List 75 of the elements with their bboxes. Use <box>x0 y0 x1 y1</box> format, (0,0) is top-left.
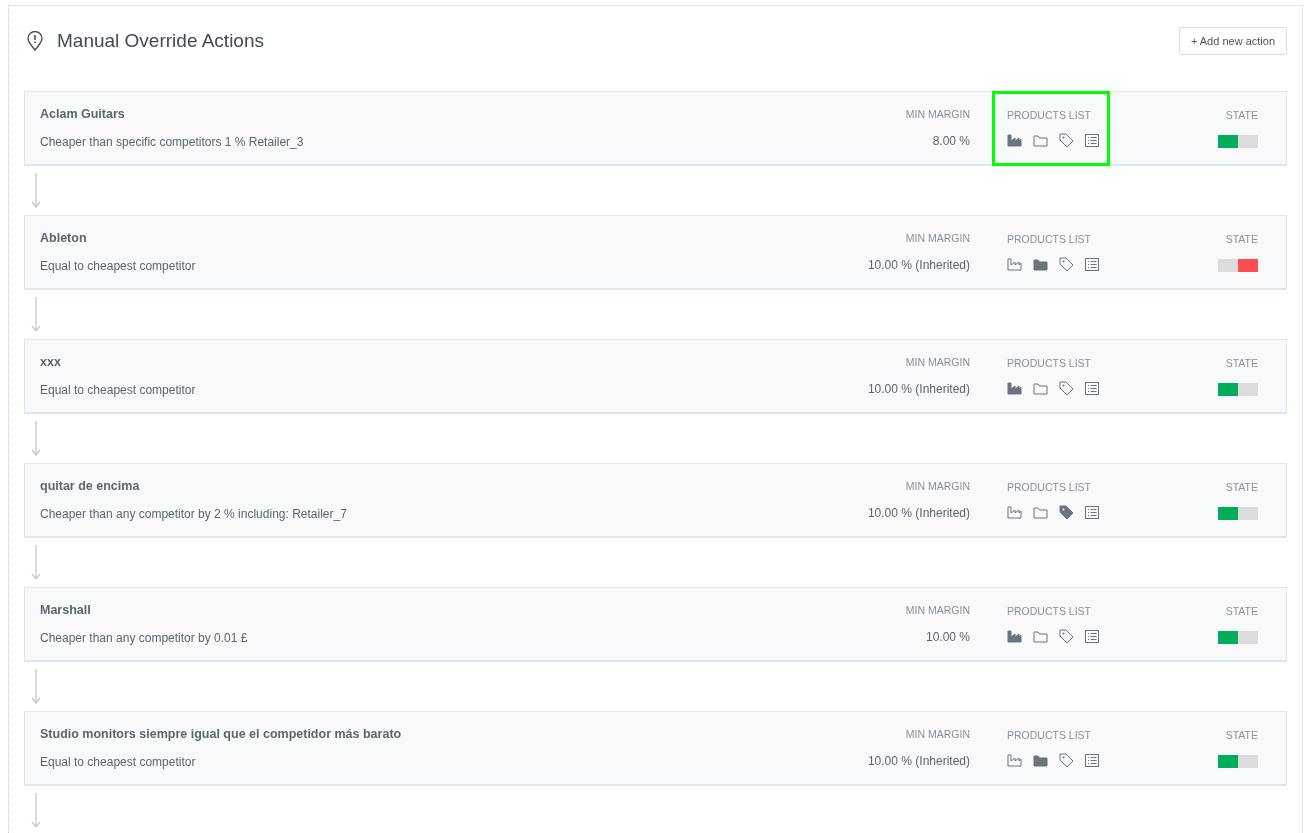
state-toggle[interactable] <box>1218 630 1258 644</box>
column-label: PRODUCTS LIST <box>1007 109 1092 121</box>
tag-icon[interactable] <box>1059 133 1074 148</box>
action-rule: Cheaper than any competitor by 2 % including: Retailer_7 <box>40 507 348 521</box>
down-arrow-icon <box>31 792 41 829</box>
tag-icon[interactable] <box>1059 505 1074 520</box>
tag-icon[interactable] <box>1059 753 1074 768</box>
action-name: Studio monitors siempre igual que el competidor más barato <box>40 727 403 741</box>
down-arrow-icon <box>31 296 41 333</box>
min-margin-value: 10.00 % <box>925 630 970 644</box>
column-label: MIN MARGIN <box>905 232 970 244</box>
action-name: Aclam Guitars <box>40 107 126 121</box>
state-toggle[interactable] <box>1218 754 1258 768</box>
column-label: MIN MARGIN <box>905 356 970 368</box>
factory-icon[interactable] <box>1007 134 1022 147</box>
down-arrow-icon <box>31 172 41 209</box>
column-label: STATE <box>1225 232 1258 245</box>
page-title: Manual Override Actions <box>57 30 264 52</box>
folder-icon[interactable] <box>1033 134 1048 147</box>
down-arrow-icon <box>31 668 41 705</box>
state-toggle[interactable] <box>1218 506 1258 520</box>
folder-icon[interactable] <box>1033 630 1048 643</box>
action-name: quitar de encima <box>40 479 141 493</box>
column-label: MIN MARGIN <box>905 728 970 740</box>
factory-icon[interactable] <box>1007 630 1022 643</box>
down-arrow-icon <box>31 544 41 581</box>
add-action-button[interactable]: + Add new action <box>1178 27 1287 55</box>
list-icon[interactable] <box>1085 754 1099 767</box>
column-label: PRODUCTS LIST <box>1007 729 1092 741</box>
min-margin-value: 10.00 % (Inherited) <box>867 754 970 768</box>
list-icon[interactable] <box>1085 258 1099 271</box>
state-toggle[interactable] <box>1218 258 1258 272</box>
column-label: PRODUCTS LIST <box>1007 233 1092 245</box>
down-arrow-icon <box>31 420 41 457</box>
column-label: PRODUCTS LIST <box>1007 481 1092 493</box>
tag-icon[interactable] <box>1059 381 1074 396</box>
action-rule: Equal to cheapest competitor <box>40 383 197 397</box>
column-label: STATE <box>1225 356 1258 369</box>
column-label: STATE <box>1225 108 1258 121</box>
column-label: PRODUCTS LIST <box>1007 357 1092 369</box>
action-name: xxx <box>40 355 62 369</box>
action-rule: Cheaper than any competitor by 0.01 £ <box>40 631 249 645</box>
folder-icon[interactable] <box>1033 382 1048 395</box>
factory-icon[interactable] <box>1007 754 1022 767</box>
state-toggle[interactable] <box>1218 134 1258 148</box>
min-margin-value: 10.00 % (Inherited) <box>867 258 970 272</box>
action-name: Marshall <box>40 603 92 617</box>
list-icon[interactable] <box>1085 506 1099 519</box>
list-icon[interactable] <box>1085 382 1099 395</box>
tag-icon[interactable] <box>1059 257 1074 272</box>
list-icon[interactable] <box>1085 630 1099 643</box>
action-rule: Equal to cheapest competitor <box>40 755 197 769</box>
alert-pin-icon <box>27 31 43 51</box>
column-label: STATE <box>1225 480 1258 493</box>
column-label: MIN MARGIN <box>905 480 970 492</box>
min-margin-value: 8.00 % <box>932 134 970 148</box>
column-label: PRODUCTS LIST <box>1007 605 1092 617</box>
column-label: STATE <box>1225 604 1258 617</box>
folder-icon[interactable] <box>1033 258 1048 271</box>
action-rule: Equal to cheapest competitor <box>40 259 197 273</box>
column-label: MIN MARGIN <box>905 604 970 616</box>
factory-icon[interactable] <box>1007 258 1022 271</box>
folder-icon[interactable] <box>1033 506 1048 519</box>
list-icon[interactable] <box>1085 134 1099 147</box>
state-toggle[interactable] <box>1218 382 1258 396</box>
action-rule: Cheaper than specific competitors 1 % Retailer_3 <box>40 135 305 149</box>
tag-icon[interactable] <box>1059 629 1074 644</box>
factory-icon[interactable] <box>1007 382 1022 395</box>
column-label: MIN MARGIN <box>905 108 970 120</box>
column-label: STATE <box>1225 728 1258 741</box>
folder-icon[interactable] <box>1033 754 1048 767</box>
min-margin-value: 10.00 % (Inherited) <box>867 382 970 396</box>
factory-icon[interactable] <box>1007 506 1022 519</box>
action-name: Ableton <box>40 231 88 245</box>
min-margin-value: 10.00 % (Inherited) <box>867 506 970 520</box>
